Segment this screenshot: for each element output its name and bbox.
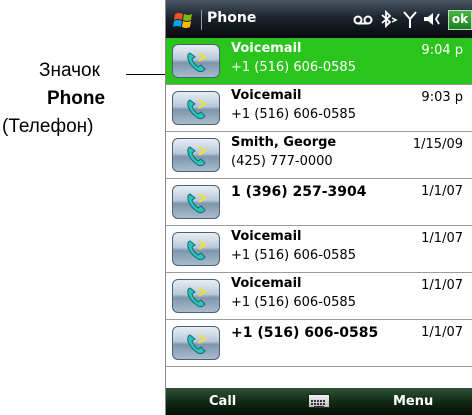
call-time: 9:04 p: [421, 43, 463, 58]
phone-call-button[interactable]: [172, 279, 220, 313]
call-log-row[interactable]: Smith, George (425) 777-0000 1/15/09: [166, 132, 472, 179]
caller-number: +1 (516) 606-0585: [231, 60, 356, 75]
caller-name: Voicemail: [231, 88, 302, 103]
call-log-row[interactable]: Voicemail +1 (516) 606-0585 9:04 p: [166, 38, 472, 85]
caller-number: +1 (516) 606-0585: [231, 248, 356, 263]
caller-name: Smith, George: [231, 135, 337, 150]
call-log-row[interactable]: Voicemail +1 (516) 606-0585 9:03 p: [166, 85, 472, 132]
signal-icon[interactable]: [402, 9, 418, 29]
phone-call-button[interactable]: [172, 232, 220, 266]
call-log-row[interactable]: 1 (396) 257-3904 1/1/07: [166, 179, 472, 226]
caller-name: +1 (516) 606-0585: [231, 325, 379, 341]
start-icon[interactable]: [172, 10, 198, 32]
call-time: 1/1/07: [421, 184, 463, 199]
caller-name: Voicemail: [231, 229, 302, 244]
call-time: 1/1/07: [421, 278, 463, 293]
phone-call-button[interactable]: [172, 185, 220, 219]
call-log-list: Voicemail +1 (516) 606-0585 9:04 p Voice…: [166, 38, 472, 388]
call-time: 9:03 p: [421, 90, 463, 105]
title-bar: Phone ok: [166, 0, 472, 38]
callout-annotation: Значок Phone (Телефон): [0, 58, 170, 158]
call-time: 1/1/07: [421, 231, 463, 246]
caller-number: +1 (516) 606-0585: [231, 107, 356, 122]
voicemail-status-icon[interactable]: [352, 9, 374, 29]
title-separator: [201, 10, 202, 30]
phone-call-button[interactable]: [172, 44, 220, 78]
phone-icon: [187, 287, 207, 308]
volume-icon[interactable]: [422, 9, 444, 29]
menu-softkey[interactable]: Menu: [393, 394, 433, 409]
phone-call-button[interactable]: [172, 91, 220, 125]
callout-label-phone: Phone: [47, 88, 106, 109]
call-log-row[interactable]: Voicemail +1 (516) 606-0585 1/1/07: [166, 226, 472, 273]
device-screen: Phone ok Voicemail +1 (516) 606-0585 9:0…: [165, 0, 472, 415]
bluetooth-icon[interactable]: [377, 9, 399, 29]
phone-call-button[interactable]: [172, 326, 220, 360]
caller-name: Voicemail: [231, 276, 302, 291]
callout-label-icon: Значок: [39, 60, 100, 81]
call-log-row[interactable]: Voicemail +1 (516) 606-0585 1/1/07: [166, 273, 472, 320]
softkey-bar: Call Menu: [166, 388, 472, 415]
caller-number: (425) 777-0000: [231, 154, 333, 169]
phone-call-button[interactable]: [172, 138, 220, 172]
caller-number: +1 (516) 606-0585: [231, 295, 356, 310]
callout-label-translation: (Телефон): [2, 116, 94, 137]
phone-icon: [187, 240, 207, 261]
keyboard-icon[interactable]: [308, 394, 330, 408]
phone-icon: [187, 52, 207, 73]
call-time: 1/1/07: [421, 325, 463, 340]
ok-button[interactable]: ok: [448, 10, 472, 30]
app-title: Phone: [207, 10, 257, 26]
phone-icon: [187, 146, 207, 167]
phone-icon: [187, 193, 207, 214]
call-softkey[interactable]: Call: [209, 394, 236, 409]
phone-icon: [187, 334, 207, 355]
caller-name: Voicemail: [231, 41, 302, 56]
call-log-row[interactable]: +1 (516) 606-0585 1/1/07: [166, 320, 472, 367]
phone-icon: [187, 99, 207, 120]
callout-leader-line: [126, 74, 170, 75]
call-time: 1/15/09: [412, 137, 463, 152]
caller-name: 1 (396) 257-3904: [231, 184, 367, 200]
